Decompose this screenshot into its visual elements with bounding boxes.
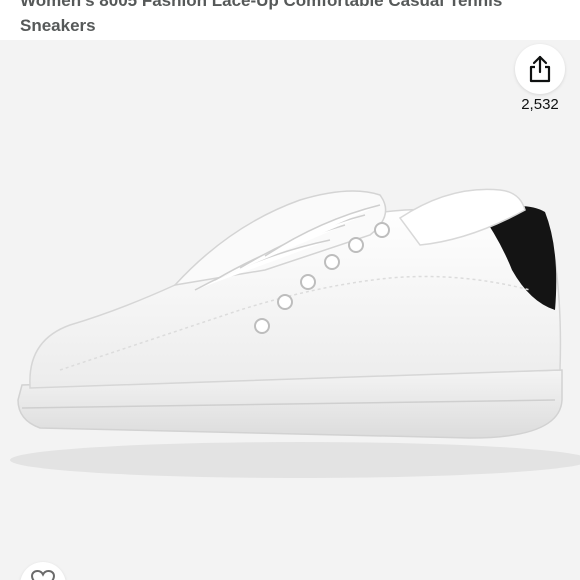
share-count: 2,532 [521, 96, 559, 113]
share-icon [529, 55, 551, 83]
product-image[interactable] [0, 40, 580, 580]
product-title-line-2: Sneakers [20, 16, 96, 35]
product-page: Women's 8005 Fashion Lace-Up Comfortable… [0, 0, 580, 580]
product-title: Women's 8005 Fashion Lace-Up Comfortable… [20, 0, 560, 38]
share-button[interactable] [515, 44, 565, 94]
product-title-line-1: Women's 8005 Fashion Lace-Up Comfortable… [20, 0, 503, 10]
heart-icon [30, 569, 56, 580]
